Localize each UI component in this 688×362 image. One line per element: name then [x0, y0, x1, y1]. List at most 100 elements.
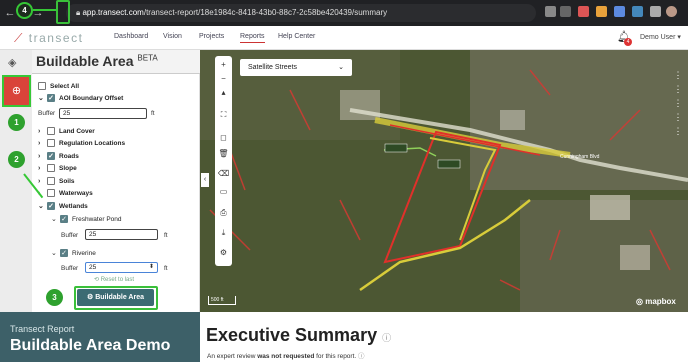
select-all-row[interactable]: Select All: [38, 82, 79, 90]
buffer-label: Buffer: [61, 265, 79, 272]
layer-roads[interactable]: › ✓ Roads: [38, 152, 79, 160]
ruler-icon[interactable]: ▭: [215, 185, 232, 199]
more-icon[interactable]: ⋮: [672, 82, 684, 96]
layer-waterways[interactable]: ›Waterways: [38, 189, 93, 197]
layer-soils[interactable]: › Soils: [38, 177, 75, 185]
riverine-buffer-input[interactable]: 25: [85, 262, 158, 273]
user-menu[interactable]: Demo User ▾: [640, 33, 681, 41]
buffer-label: Buffer: [38, 110, 56, 117]
chevron-right-icon[interactable]: ›: [38, 128, 45, 135]
riverine-row[interactable]: ⌄ ✓ Riverine: [51, 249, 96, 257]
aoi-row[interactable]: ⌄ ✓ AOI Boundary Offset: [38, 94, 123, 102]
unit-label: ft: [164, 232, 168, 239]
aoi-buffer-input[interactable]: 25: [59, 108, 147, 119]
map-right-controls: ⋮ ⋮ ⋮ ⋮ ⋮: [672, 68, 684, 138]
chevron-right-icon[interactable]: ›: [38, 165, 45, 172]
extension-icon[interactable]: [596, 6, 607, 17]
stepper-icon[interactable]: ⬍: [149, 263, 154, 270]
more-icon[interactable]: ⋮: [672, 96, 684, 110]
checkbox[interactable]: ✓: [47, 202, 55, 210]
freshwater-buffer-input[interactable]: 25: [85, 229, 158, 240]
address-bar[interactable]: 🔒︎ app.transect.com/transect-report/18e1…: [66, 4, 536, 22]
step-3-badge: 3: [46, 289, 63, 306]
chevron-down-icon[interactable]: ⌄: [38, 202, 45, 210]
draw-polygon-icon[interactable]: ◻: [215, 131, 232, 145]
checkbox[interactable]: [38, 82, 46, 90]
zoom-in-icon[interactable]: +: [215, 58, 232, 72]
checkbox[interactable]: ✓: [47, 94, 55, 102]
extension-icon[interactable]: [578, 6, 589, 17]
puzzle-icon[interactable]: [650, 6, 661, 17]
checkbox[interactable]: [47, 189, 55, 197]
chevron-right-icon[interactable]: ›: [38, 153, 45, 160]
layers-icon[interactable]: ◈: [8, 56, 16, 69]
fullscreen-icon[interactable]: ⛶: [215, 108, 232, 122]
info-icon[interactable]: ⓘ: [382, 333, 391, 343]
nav-reports[interactable]: Reports: [240, 33, 265, 43]
layer-wetlands[interactable]: ⌄ ✓ Wetlands: [38, 202, 88, 210]
chevron-down-icon[interactable]: ⌄: [51, 249, 58, 257]
checkbox[interactable]: [47, 164, 55, 172]
buffer-label: Buffer: [61, 232, 79, 239]
map-scale: 500 ft: [208, 296, 236, 305]
url-path: /transect-report/18e1984c-8418-43b0-88c7…: [143, 8, 388, 17]
app-header: ⟋ transect Dashboard Vision Projects Rep…: [0, 26, 688, 50]
collapse-panel-icon[interactable]: ‹: [201, 173, 209, 187]
more-icon[interactable]: ⋮: [672, 68, 684, 82]
unit-label: ft: [151, 110, 155, 117]
info-icon[interactable]: ⓘ: [358, 353, 365, 360]
eraser-icon[interactable]: ⌫: [215, 167, 232, 181]
zoom-out-icon[interactable]: −: [215, 72, 232, 86]
highlight-reload: [56, 0, 70, 24]
map-tools: + − ▴ ⛶ ◻ 🗑︎ ⌫ ▭ ⎙ ⤓ ⚙: [215, 56, 232, 266]
profile-avatar[interactable]: [666, 6, 677, 17]
satellite-imagery: [200, 50, 688, 312]
compass-icon[interactable]: ▴: [215, 86, 232, 100]
back-icon[interactable]: ←: [3, 6, 17, 20]
checkbox[interactable]: ✓: [60, 215, 68, 223]
map-style-select[interactable]: Satellite Streets ⌄: [240, 59, 352, 76]
unit-label: ft: [164, 265, 168, 272]
checkbox[interactable]: [47, 139, 55, 147]
logo-mark-icon: ⟋: [14, 31, 29, 45]
nav-dashboard[interactable]: Dashboard: [114, 33, 148, 40]
zoom-area-icon[interactable]: ⊕: [2, 75, 31, 107]
layer-land-cover[interactable]: › Land Cover: [38, 127, 95, 135]
side-toolbar: ◈ ⊕: [0, 50, 32, 312]
print-icon[interactable]: ⎙: [215, 206, 232, 220]
logo[interactable]: ⟋ transect: [14, 31, 83, 46]
step-1-badge: 1: [8, 114, 25, 131]
chevron-down-icon[interactable]: ⌄: [38, 94, 45, 102]
settings-icon[interactable]: ⚙: [215, 246, 232, 260]
checkbox[interactable]: [47, 177, 55, 185]
layer-regulation-locations[interactable]: › Regulation Locations: [38, 139, 125, 147]
layer-slope[interactable]: › Slope: [38, 164, 77, 172]
chevron-right-icon[interactable]: ›: [38, 140, 45, 147]
extension-icon[interactable]: [614, 6, 625, 17]
more-icon[interactable]: ⋮: [672, 110, 684, 124]
freshwater-pond-row[interactable]: ⌄ ✓ Freshwater Pond: [51, 215, 122, 223]
reset-link[interactable]: ⟲ Reset to last: [94, 276, 134, 283]
extension-icon[interactable]: [632, 6, 643, 17]
trash-icon[interactable]: 🗑︎: [215, 147, 232, 161]
review-note: An expert review was not requested for t…: [207, 353, 365, 360]
star-icon[interactable]: [560, 6, 571, 17]
nav-vision[interactable]: Vision: [163, 33, 182, 40]
step-4-badge: 4: [16, 2, 33, 19]
nav-help-center[interactable]: Help Center: [278, 33, 315, 40]
checkbox[interactable]: ✓: [47, 152, 55, 160]
download-icon[interactable]: ⤓: [215, 226, 232, 240]
checkbox[interactable]: [47, 127, 55, 135]
report-title: Buildable Area Demo: [10, 337, 171, 354]
url-host: app.transect.com: [82, 8, 144, 17]
more-icon[interactable]: ⋮: [672, 124, 684, 138]
mapbox-logo: ◎ mapbox: [636, 297, 676, 306]
checkbox[interactable]: ✓: [60, 249, 68, 257]
map-canvas[interactable]: Cunningham Blvd: [200, 50, 688, 312]
nav-projects[interactable]: Projects: [199, 33, 224, 40]
share-icon[interactable]: [545, 6, 556, 17]
step-2-badge: 2: [8, 151, 25, 168]
chevron-down-icon[interactable]: ⌄: [51, 215, 58, 223]
arrow-line: [33, 9, 56, 11]
chevron-right-icon[interactable]: ›: [38, 178, 45, 185]
